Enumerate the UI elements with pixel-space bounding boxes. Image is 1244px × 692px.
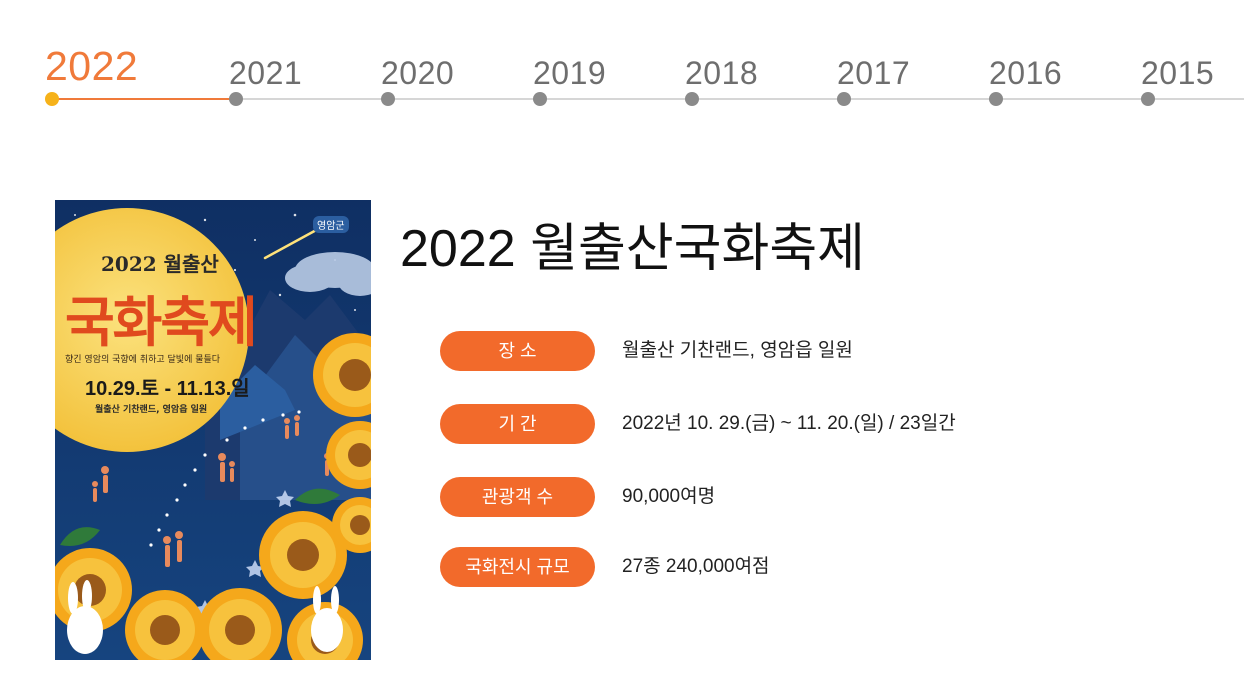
detail-value: 27종 240,000여점: [622, 556, 770, 577]
year-dot: [1141, 92, 1155, 106]
year-label: 2019: [533, 55, 607, 91]
year-tab-2019[interactable]: 2019: [533, 0, 673, 110]
poster-place: 월출산 기찬랜드, 영암읍 일원: [95, 405, 208, 415]
detail-row-exhibit-scale: 국화전시 규모 27종 240,000여점: [440, 547, 1180, 587]
detail-label-badge: 기 간: [440, 404, 595, 444]
year-tab-2021[interactable]: 2021: [229, 0, 369, 110]
detail-label-badge: 국화전시 규모: [440, 547, 595, 587]
year-label: 2020: [381, 55, 455, 91]
year-tab-2016[interactable]: 2016: [989, 0, 1129, 110]
year-tab-2015[interactable]: 2015: [1141, 0, 1244, 110]
poster-small-title: 2022 월출산: [101, 252, 219, 276]
year-dot: [989, 92, 1003, 106]
year-dot: [381, 92, 395, 106]
detail-label-badge: 장 소: [440, 331, 595, 371]
year-tab-2018[interactable]: 2018: [685, 0, 825, 110]
year-tab-2020[interactable]: 2020: [381, 0, 521, 110]
year-dot: [229, 92, 243, 106]
detail-row-period: 기 간 2022년 10. 29.(금) ~ 11. 20.(일) / 23일간: [440, 404, 1180, 444]
detail-label-badge: 관광객 수: [440, 477, 595, 517]
year-label: 2015: [1141, 55, 1215, 91]
poster-slogan: 향긴 영암의 국향에 취하고 달빛에 물들다: [65, 355, 221, 365]
year-dot: [45, 92, 59, 106]
poster-brand: 영암군: [313, 216, 349, 233]
detail-value: 월출산 기찬랜드, 영암읍 일원: [622, 340, 853, 361]
year-dot: [533, 92, 547, 106]
year-tab-2022[interactable]: 2022: [45, 0, 185, 110]
year-dot: [685, 92, 699, 106]
detail-row-visitors: 관광객 수 90,000여명: [440, 477, 1180, 517]
event-title: 2022 월출산국화축제: [400, 220, 866, 278]
poster-dates: 10.29.토 - 11.13.일: [85, 378, 250, 400]
detail-value: 2022년 10. 29.(금) ~ 11. 20.(일) / 23일간: [622, 413, 956, 434]
year-label: 2016: [989, 55, 1063, 91]
poster-big-title: 국화축제: [65, 290, 258, 354]
year-label: 2018: [685, 55, 759, 91]
year-timeline: 2022 2021 2020 2019 2018 2017 2016 2015: [0, 0, 1244, 120]
detail-value: 90,000여명: [622, 486, 716, 507]
year-label: 2022: [45, 43, 139, 89]
year-label: 2017: [837, 55, 911, 91]
year-tab-2017[interactable]: 2017: [837, 0, 977, 110]
year-label: 2021: [229, 55, 303, 91]
festival-poster: 영암군 2022 월출산 국화축제 향긴 영암의 국향에 취하고 달빛에 물들다…: [55, 200, 371, 660]
detail-row-location: 장 소 월출산 기찬랜드, 영암읍 일원: [440, 331, 1180, 371]
year-dot: [837, 92, 851, 106]
